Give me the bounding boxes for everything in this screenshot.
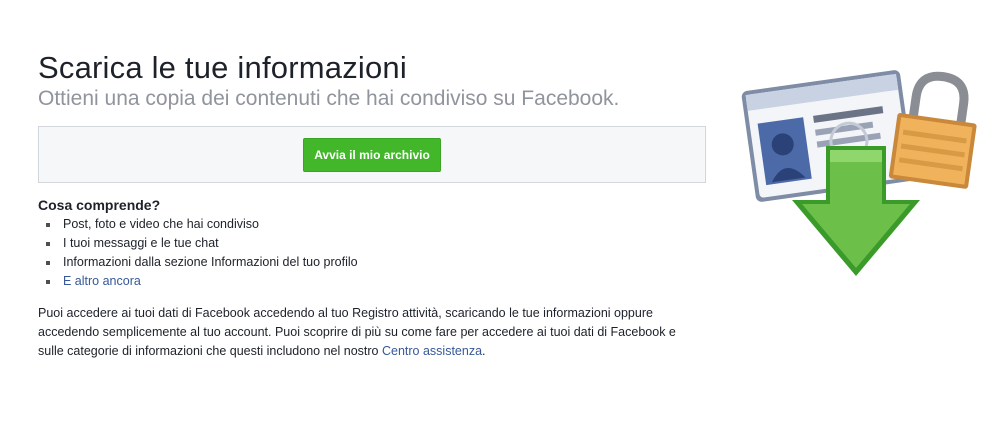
list-item: Informazioni dalla sezione Informazioni … [46,253,708,272]
list-item: I tuoi messaggi e le tue chat [46,234,708,253]
list-item: Post, foto e video che hai condiviso [46,215,708,234]
page-subtitle: Ottieni una copia dei contenuti che hai … [38,87,620,110]
info-paragraph: Puoi accedere ai tuoi dati di Facebook a… [38,304,703,361]
info-text: Puoi accedere ai tuoi dati di Facebook a… [38,306,676,358]
start-archive-button[interactable]: Avvia il mio archivio [303,137,441,172]
more-link[interactable]: E altro ancora [63,274,141,288]
download-info-panel: Scarica le tue informazioni Ottieni una … [38,50,708,361]
download-id-card-lock-icon [738,62,978,284]
info-period: . [482,344,486,358]
page-title: Scarica le tue informazioni [38,50,407,85]
list-item: E altro ancora [46,272,708,291]
archive-action-box: Avvia il mio archivio [38,126,706,183]
includes-heading: Cosa comprende? [38,197,161,213]
help-center-link[interactable]: Centro assistenza [382,344,482,358]
includes-list: Post, foto e video che hai condiviso I t… [38,215,708,291]
